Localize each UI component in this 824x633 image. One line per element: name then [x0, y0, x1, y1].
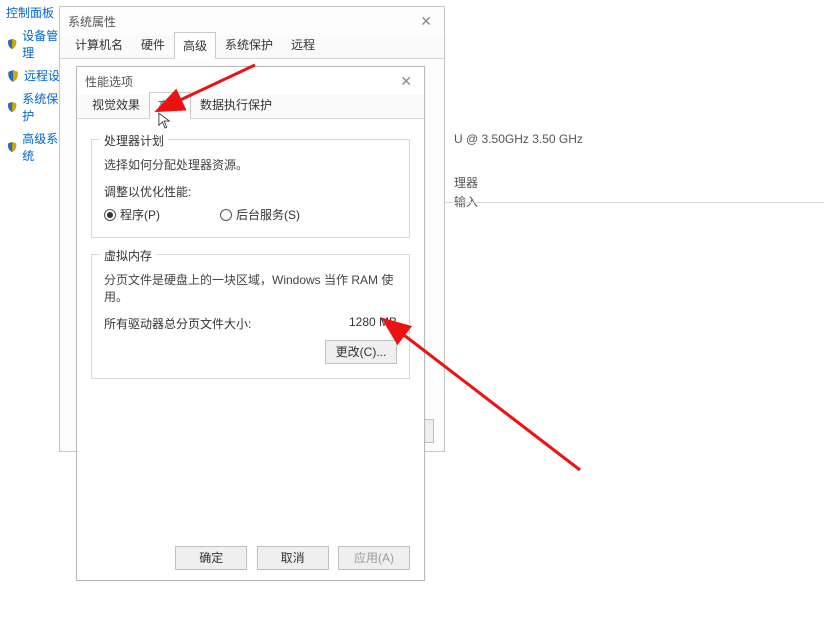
cpu-info: U @ 3.50GHz 3.50 GHz: [454, 132, 654, 146]
sidebar-item-protection[interactable]: 系统保护: [6, 90, 64, 124]
performance-options-window: 性能选项 ✕ 视觉效果 高级 数据执行保护 处理器计划 选择如何分配处理器资源。…: [76, 66, 425, 581]
group-legend: 虚拟内存: [100, 247, 156, 264]
radio-dot-icon: [220, 209, 232, 221]
shield-icon: [6, 140, 18, 154]
sidebar-item-device-manager[interactable]: 设备管理: [6, 27, 64, 61]
sidebar-item-remote[interactable]: 远程设: [6, 67, 64, 84]
virtual-memory-group: 虚拟内存 分页文件是硬盘上的一块区域，Windows 当作 RAM 使用。 所有…: [91, 254, 410, 379]
group-legend: 处理器计划: [100, 132, 168, 149]
window-title: 系统属性: [68, 13, 116, 30]
vm-total-value: 1280 MB: [349, 315, 397, 332]
scheduling-desc: 选择如何分配处理器资源。: [104, 156, 397, 173]
radio-label: 后台服务(S): [236, 206, 300, 223]
divider: [444, 202, 824, 203]
system-properties-tabs: 计算机名 硬件 高级 系统保护 远程: [60, 35, 444, 59]
window-title: 性能选项: [85, 73, 133, 90]
vm-total-label: 所有驱动器总分页文件大小:: [104, 315, 251, 332]
sidebar-item-label: 系统保护: [22, 90, 64, 124]
shield-icon: [6, 37, 18, 51]
radio-programs[interactable]: 程序(P): [104, 206, 160, 223]
shield-icon: [6, 100, 18, 114]
radio-dot-icon: [104, 209, 116, 221]
system-info-panel: U @ 3.50GHz 3.50 GHz 理器 输入: [454, 130, 654, 212]
sidebar-item-label: 设备管理: [22, 27, 64, 61]
vm-total-row: 所有驱动器总分页文件大小: 1280 MB: [104, 315, 397, 332]
sidebar-item-label: 远程设: [24, 67, 60, 84]
sidebar-title: 控制面板: [6, 4, 64, 21]
sidebar-item-advanced[interactable]: 高级系统: [6, 130, 64, 164]
tab-advanced[interactable]: 高级: [174, 32, 216, 59]
adjust-label: 调整以优化性能:: [104, 183, 397, 200]
radio-background-services[interactable]: 后台服务(S): [220, 206, 300, 223]
tab-system-protection[interactable]: 系统保护: [216, 31, 282, 58]
change-button[interactable]: 更改(C)...: [325, 340, 397, 364]
tab-dep[interactable]: 数据执行保护: [191, 91, 281, 118]
info-line-processor: 理器: [454, 174, 654, 191]
radio-label: 程序(P): [120, 206, 160, 223]
close-icon[interactable]: ✕: [416, 13, 436, 30]
vm-desc: 分页文件是硬盘上的一块区域，Windows 当作 RAM 使用。: [104, 271, 397, 305]
performance-options-tabs: 视觉效果 高级 数据执行保护: [77, 95, 424, 119]
apply-button[interactable]: 应用(A): [338, 546, 410, 570]
tab-hardware[interactable]: 硬件: [132, 31, 174, 58]
control-panel-sidebar: 控制面板 设备管理 远程设 系统保护 高级系统: [0, 0, 64, 170]
close-icon[interactable]: ✕: [396, 73, 416, 90]
ok-button[interactable]: 确定: [175, 546, 247, 570]
tab-remote[interactable]: 远程: [282, 31, 324, 58]
shield-icon: [6, 69, 20, 83]
tab-visual-effects[interactable]: 视觉效果: [83, 91, 149, 118]
processor-scheduling-group: 处理器计划 选择如何分配处理器资源。 调整以优化性能: 程序(P) 后台服务(S…: [91, 139, 410, 238]
tab-computer-name[interactable]: 计算机名: [66, 31, 132, 58]
sidebar-item-label: 高级系统: [22, 130, 64, 164]
scheduling-radio-row: 程序(P) 后台服务(S): [104, 206, 397, 223]
performance-options-footer: 确定 取消 应用(A): [77, 546, 424, 570]
cancel-button[interactable]: 取消: [257, 546, 329, 570]
tab-advanced-perf[interactable]: 高级: [149, 92, 191, 119]
performance-options-body: 处理器计划 选择如何分配处理器资源。 调整以优化性能: 程序(P) 后台服务(S…: [77, 119, 424, 409]
